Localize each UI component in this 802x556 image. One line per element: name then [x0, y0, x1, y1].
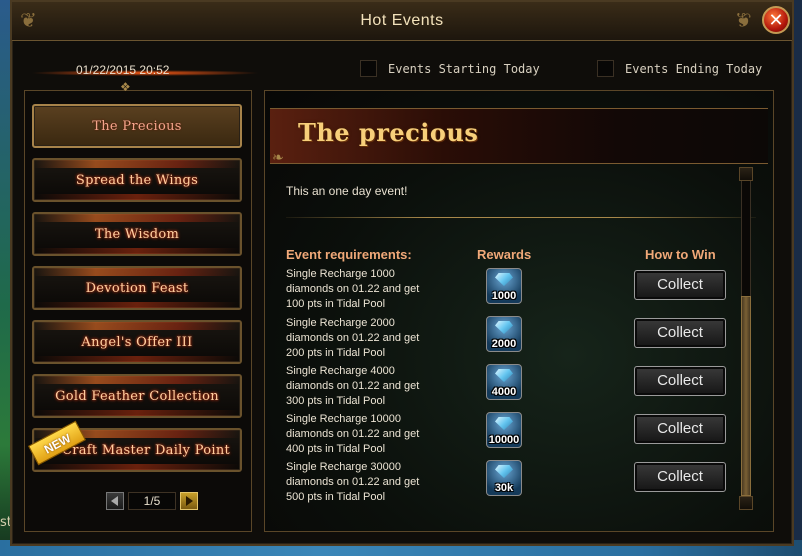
event-title: The precious	[298, 118, 479, 147]
pager-prev-button[interactable]	[106, 492, 124, 510]
divider	[286, 217, 756, 218]
pager-next-button[interactable]	[180, 492, 198, 510]
events-starting-today-checkbox[interactable]	[360, 60, 377, 77]
reward-diamond-icon[interactable]: 2000	[486, 316, 522, 352]
reward-diamond-icon[interactable]: 10000	[486, 412, 522, 448]
reward-diamond-icon[interactable]: 30k	[486, 460, 522, 496]
reward-amount: 2000	[491, 338, 517, 350]
rewards-header: Rewards	[477, 247, 532, 262]
event-item-label: The Wisdom	[94, 227, 180, 242]
reward-amount: 4000	[491, 386, 517, 398]
event-item-label: Angel's Offer III	[81, 335, 193, 350]
window-title: Hot Events	[360, 12, 444, 29]
reward-diamond-icon[interactable]: 1000	[486, 268, 522, 304]
collect-button[interactable]: Collect	[634, 366, 726, 396]
window-titlebar: ❦ ❦ Hot Events	[12, 2, 792, 41]
banner-ornament-icon: ❧	[272, 150, 284, 166]
event-item-devotion-feast[interactable]: Devotion Feast	[32, 266, 242, 310]
requirements-header: Event requirements:	[286, 247, 412, 262]
event-item-label: Craft Master Daily Point	[61, 443, 231, 458]
collect-button[interactable]: Collect	[634, 270, 726, 300]
collect-button[interactable]: Collect	[634, 414, 726, 444]
current-datetime: 01/22/2015 20:52	[76, 63, 170, 77]
how-to-win-header: How to Win	[645, 247, 716, 262]
events-ending-today-checkbox[interactable]	[597, 60, 614, 77]
close-button[interactable]: ✕	[762, 6, 790, 34]
panel-ornament-icon: ❖	[120, 80, 131, 94]
events-ending-today-label: Events Ending Today	[625, 62, 763, 76]
event-item-label: Spread the Wings	[75, 173, 199, 188]
scrollbar-thumb[interactable]	[741, 296, 751, 496]
reward-amount: 1000	[491, 290, 517, 302]
event-item-the-wisdom[interactable]: The Wisdom	[32, 212, 242, 256]
requirement-text: Single Recharge 4000 diamonds on 01.22 a…	[286, 365, 420, 407]
reward-amount: 10000	[488, 434, 520, 446]
collect-button[interactable]: Collect	[634, 462, 726, 492]
requirement-text: Single Recharge 1000 diamonds on 01.22 a…	[286, 268, 420, 310]
reward-amount: 30k	[494, 482, 514, 494]
event-item-label: The Precious	[92, 119, 182, 134]
event-item-gold-feather-collection[interactable]: Gold Feather Collection	[32, 374, 242, 418]
event-item-angels-offer-iii[interactable]: Angel's Offer III	[32, 320, 242, 364]
scroll-down-button[interactable]	[739, 496, 753, 510]
requirement-text: Single Recharge 2000 diamonds on 01.22 a…	[286, 317, 420, 359]
page-indicator: 1/5	[128, 492, 176, 510]
event-item-spread-the-wings[interactable]: Spread the Wings	[32, 158, 242, 202]
requirement-text: Single Recharge 10000 diamonds on 01.22 …	[286, 413, 420, 455]
events-starting-today-label: Events Starting Today	[388, 62, 540, 76]
requirement-text: Single Recharge 30000 diamonds on 01.22 …	[286, 461, 420, 503]
event-item-label: Gold Feather Collection	[55, 389, 219, 404]
event-item-the-precious[interactable]: The Precious	[32, 104, 242, 148]
reward-diamond-icon[interactable]: 4000	[486, 364, 522, 400]
event-description: This an one day event!	[286, 184, 408, 198]
collect-button[interactable]: Collect	[634, 318, 726, 348]
event-item-label: Devotion Feast	[85, 281, 189, 296]
scroll-up-button[interactable]	[739, 167, 753, 181]
